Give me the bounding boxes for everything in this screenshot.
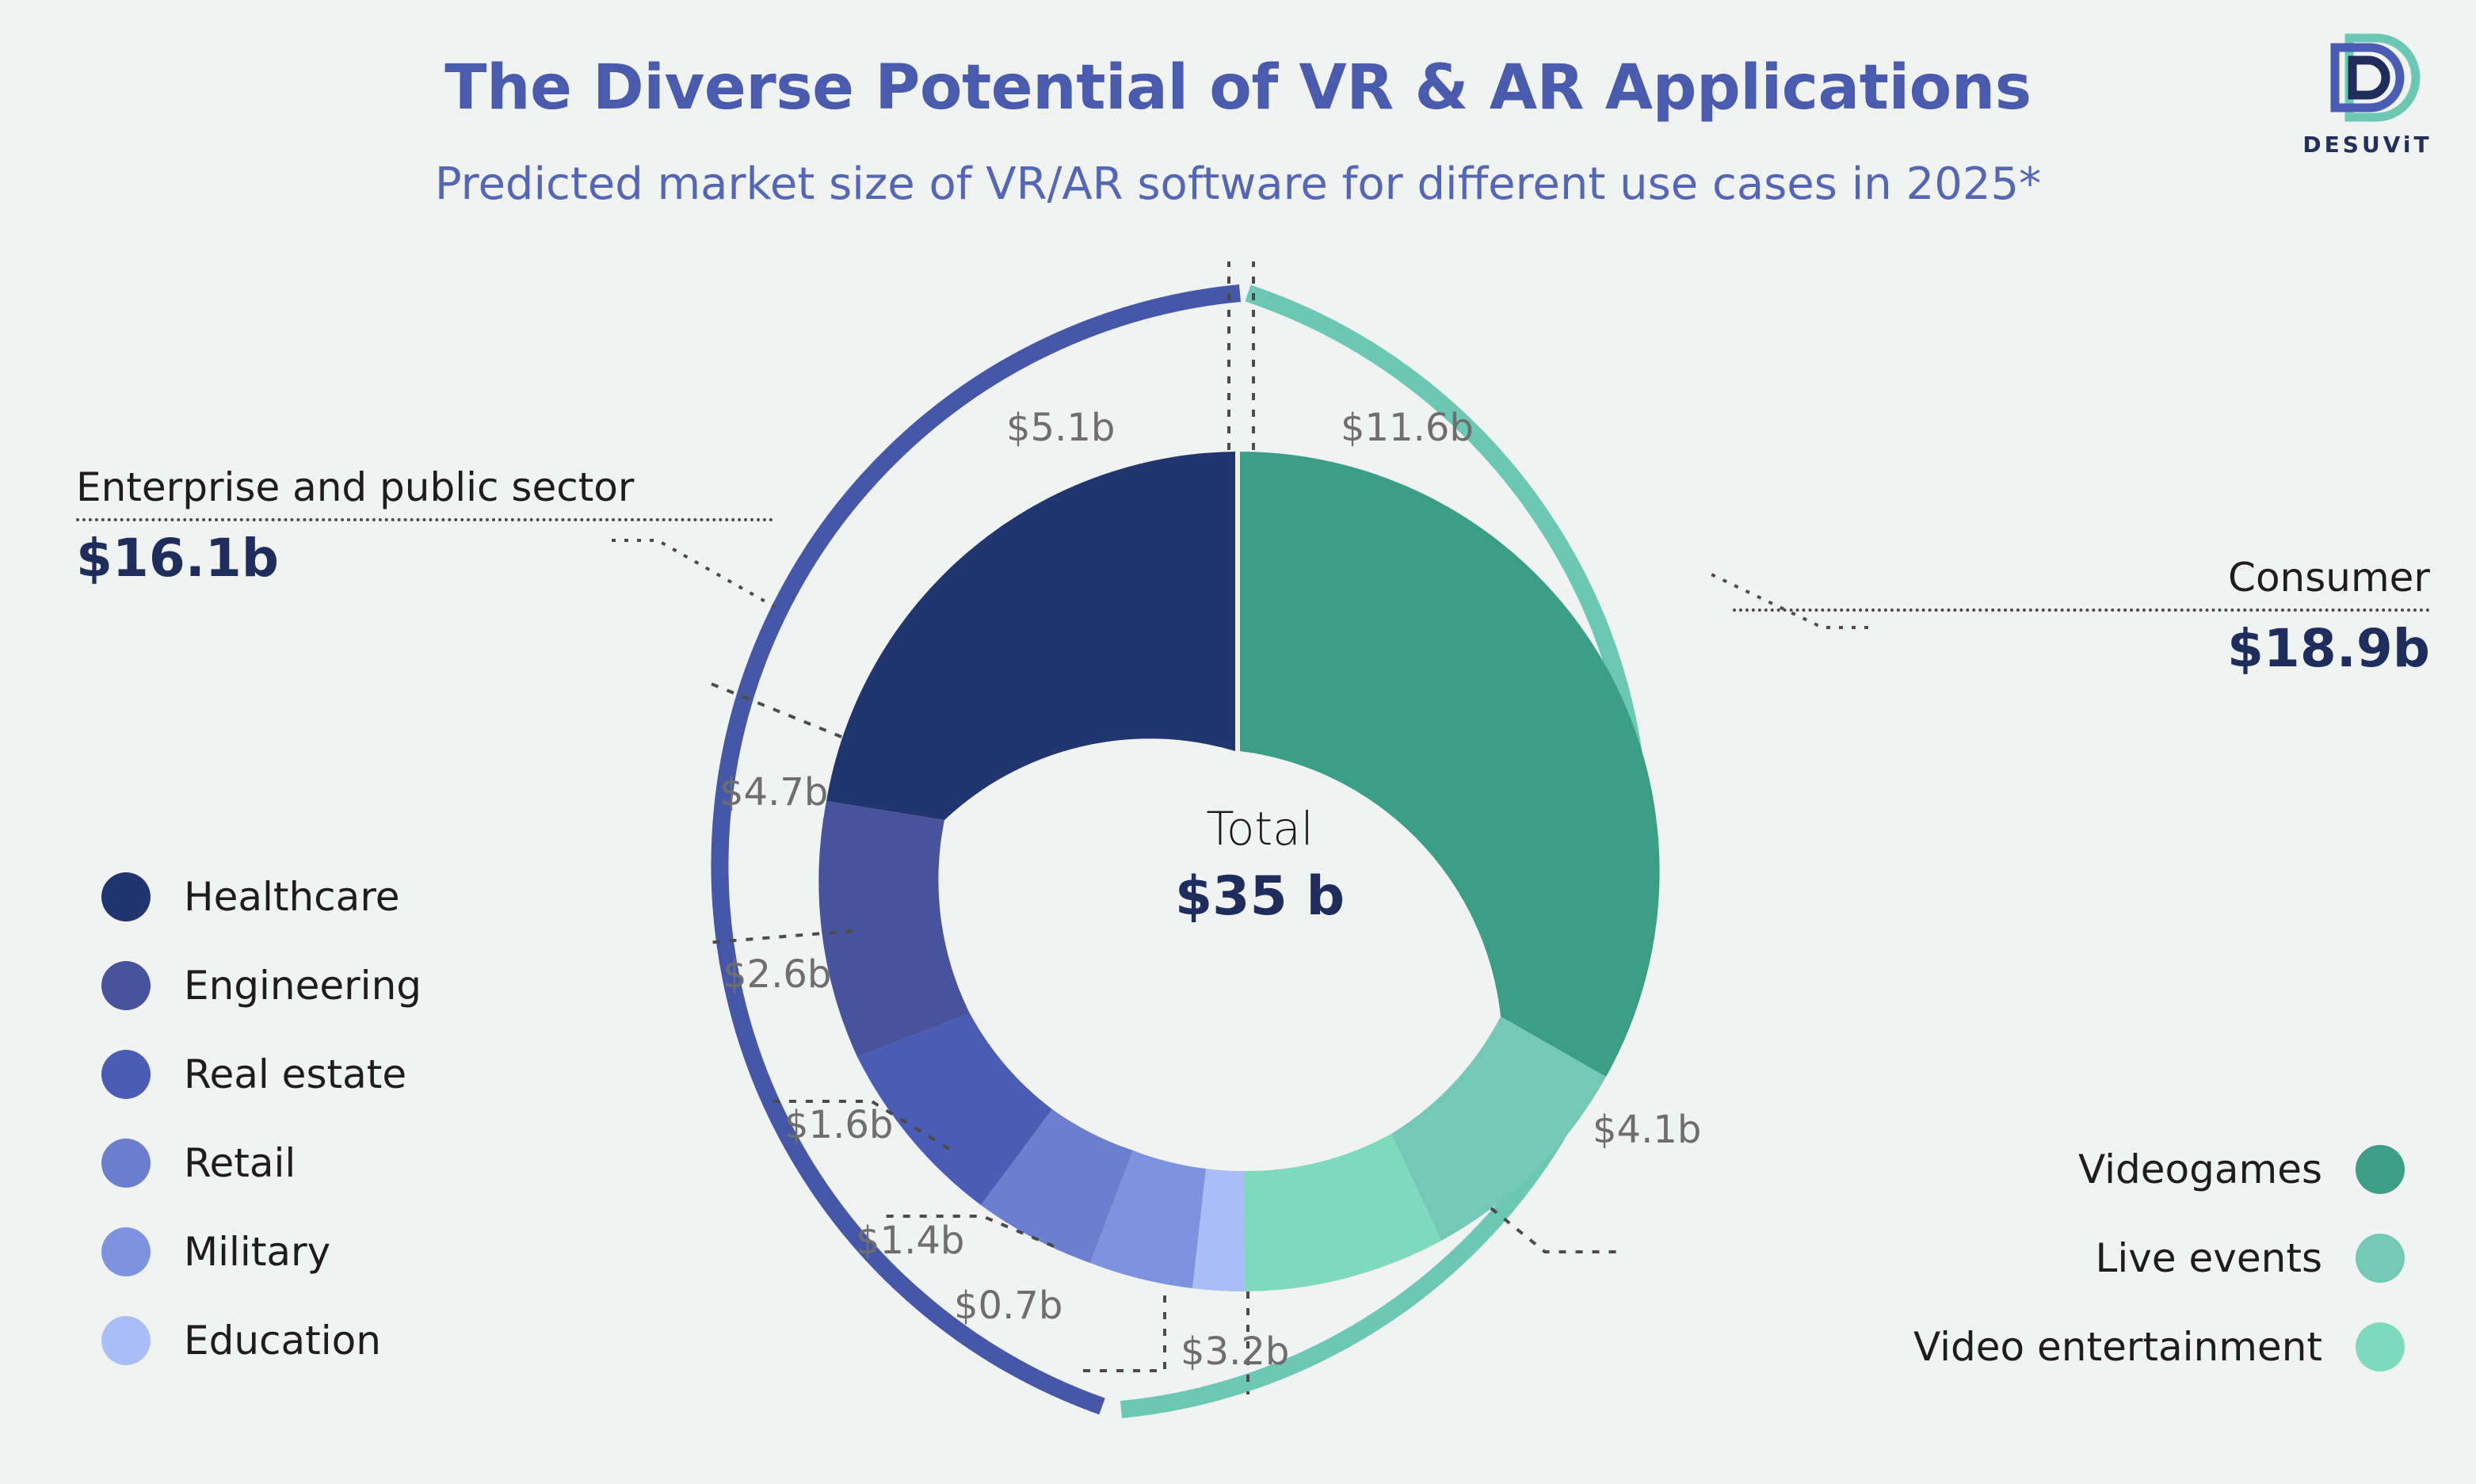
legend-swatch-real-estate xyxy=(101,1050,151,1099)
page-title: The Diverse Potential of VR & AR Applica… xyxy=(444,52,2032,124)
segment-label-engineering: $4.7b xyxy=(719,770,829,814)
legend-swatch-video-entertainment xyxy=(2356,1322,2405,1371)
segment-videogames xyxy=(1240,452,1660,1077)
callout-enterprise-category: Enterprise and public sector xyxy=(76,464,635,510)
segment-label-education: $0.7b xyxy=(954,1284,1063,1328)
legend-swatch-education xyxy=(101,1316,151,1365)
segment-engineering xyxy=(818,801,970,1057)
segment-label-real-estate: $2.6b xyxy=(723,952,832,997)
segment-label-healthcare: $5.1b xyxy=(1006,406,1116,450)
legend-item-military[interactable]: Military xyxy=(101,1207,422,1296)
callout-enterprise: Enterprise and public sector $16.1b xyxy=(76,464,773,589)
donut-center-value: $35 b xyxy=(1174,865,1345,928)
legend-label-engineering: Engineering xyxy=(184,963,422,1009)
legend-label-education: Education xyxy=(184,1318,381,1364)
legend-label-retail: Retail xyxy=(184,1140,296,1186)
logo-wordmark: DESUViT xyxy=(2302,132,2432,158)
legend-label-military: Military xyxy=(184,1229,331,1275)
legend-swatch-healthcare xyxy=(101,872,151,921)
legend-swatch-engineering xyxy=(101,961,151,1010)
infographic-canvas: The Diverse Potential of VR & AR Applica… xyxy=(0,0,2476,1484)
callout-enterprise-value: $16.1b xyxy=(76,528,280,589)
callout-consumer-category: Consumer xyxy=(2228,555,2430,601)
callout-enterprise-rule xyxy=(76,518,773,521)
callout-consumer-value: $18.9b xyxy=(2226,618,2430,679)
legend-swatch-videogames xyxy=(2356,1145,2405,1194)
legend-swatch-retail xyxy=(101,1139,151,1188)
legend-consumer: Videogames Live events Video entertainme… xyxy=(1913,1125,2405,1391)
page-subtitle: Predicted market size of VR/AR software … xyxy=(434,158,2042,210)
leader-education xyxy=(1078,1295,1166,1372)
leader-live-events xyxy=(1490,1207,1624,1253)
legend-item-video-entertainment[interactable]: Video entertainment xyxy=(1913,1303,2405,1391)
segment-label-videogames: $11.6b xyxy=(1341,406,1474,450)
legend-item-real-estate[interactable]: Real estate xyxy=(101,1030,422,1119)
legend-item-engineering[interactable]: Engineering xyxy=(101,941,422,1030)
legend-item-videogames[interactable]: Videogames xyxy=(1913,1125,2405,1214)
segment-label-military: $1.4b xyxy=(856,1219,965,1263)
legend-label-videogames: Videogames xyxy=(2078,1146,2322,1192)
legend-label-healthcare: Healthcare xyxy=(184,874,400,920)
segment-label-retail: $1.6b xyxy=(784,1103,894,1147)
leader-videogames xyxy=(1252,261,1255,450)
legend-swatch-live-events xyxy=(2356,1234,2405,1283)
desuvit-logo: DESUViT xyxy=(2300,29,2435,158)
callout-consumer: Consumer $18.9b xyxy=(1733,555,2430,679)
legend-enterprise: Healthcare Engineering Real estate Retai… xyxy=(101,853,422,1385)
legend-label-video-entertainment: Video entertainment xyxy=(1913,1324,2322,1370)
leader-engineering xyxy=(704,680,842,738)
donut-center-label: Total xyxy=(1206,802,1314,856)
segment-label-video-entertainment: $3.2b xyxy=(1181,1329,1290,1374)
callout-consumer-rule xyxy=(1733,608,2430,612)
segment-label-live-events: $4.1b xyxy=(1593,1108,1702,1152)
legend-item-live-events[interactable]: Live events xyxy=(1913,1214,2405,1303)
segment-healthcare xyxy=(826,452,1235,820)
legend-item-healthcare[interactable]: Healthcare xyxy=(101,853,422,941)
legend-item-retail[interactable]: Retail xyxy=(101,1119,422,1207)
legend-label-live-events: Live events xyxy=(2095,1235,2322,1281)
legend-item-education[interactable]: Education xyxy=(101,1296,422,1385)
legend-swatch-military xyxy=(101,1227,151,1276)
legend-label-real-estate: Real estate xyxy=(184,1051,407,1097)
logo-mark-icon xyxy=(2330,33,2421,122)
